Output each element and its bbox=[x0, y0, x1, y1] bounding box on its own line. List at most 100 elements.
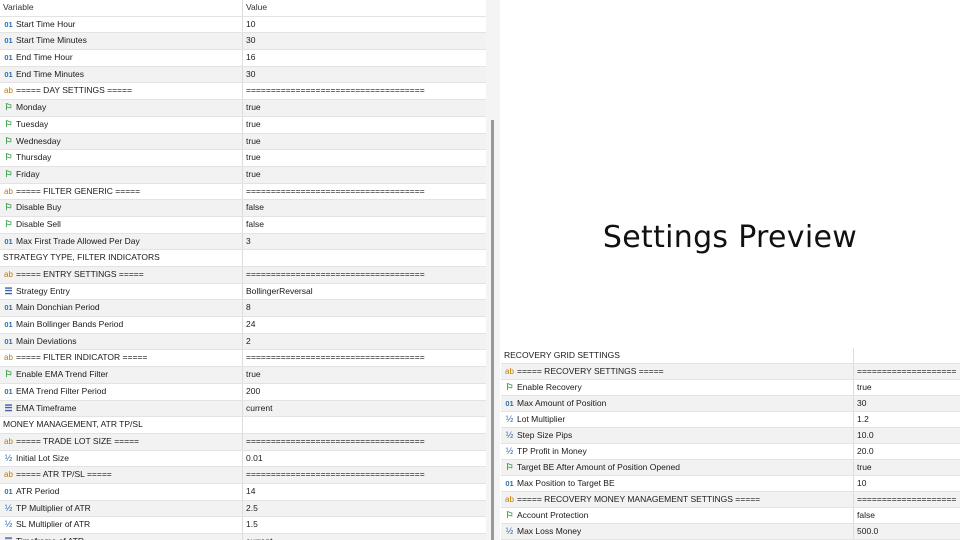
parameter-value[interactable]: true bbox=[853, 460, 960, 475]
parameter-row[interactable]: ab ===== FILTER GENERIC ===== ============… bbox=[0, 183, 486, 201]
parameter-value[interactable]: ==================================== bbox=[242, 267, 486, 283]
parameter-value[interactable]: BollingerReversal bbox=[242, 283, 486, 300]
column-header-value[interactable]: Value bbox=[242, 0, 486, 16]
parameter-value[interactable]: current bbox=[242, 400, 486, 417]
parameter-row[interactable]: ⚐ Enable Recovery true bbox=[501, 380, 960, 396]
parameter-row[interactable]: 01 End Time Minutes 30 bbox=[0, 66, 486, 84]
parameter-value[interactable]: ==================================== bbox=[242, 433, 486, 450]
parameter-value[interactable]: 10.0 bbox=[853, 428, 960, 443]
parameter-value[interactable]: 10 bbox=[853, 476, 960, 491]
column-header-variable[interactable]: Variable bbox=[0, 0, 241, 16]
parameter-row[interactable]: ab ===== ENTRY SETTINGS ===== ============… bbox=[0, 267, 486, 284]
parameter-value[interactable]: true bbox=[242, 150, 486, 166]
parameter-row[interactable]: ½ Step Size Pips 10.0 bbox=[501, 428, 960, 444]
parameter-value[interactable]: ==================== bbox=[853, 364, 960, 379]
parameter-row[interactable]: 01 End Time Hour 16 bbox=[0, 50, 486, 67]
parameter-value[interactable]: 3 bbox=[242, 233, 486, 250]
parameter-name-cell: 01 Main Deviations bbox=[0, 334, 241, 350]
parameter-value[interactable]: 200 bbox=[242, 383, 486, 400]
parameter-row[interactable]: 01 Max Amount of Position 30 bbox=[501, 396, 960, 412]
parameter-row[interactable]: ½ TP Profit in Money 20.0 bbox=[501, 444, 960, 460]
parameter-value[interactable]: 0.01 bbox=[242, 450, 486, 467]
parameter-value[interactable]: 10 bbox=[242, 16, 486, 33]
parameter-value[interactable]: ==================== bbox=[853, 492, 960, 507]
parameter-row[interactable]: 01 Main Deviations 2 bbox=[0, 333, 486, 351]
parameter-value[interactable]: 16 bbox=[242, 50, 486, 66]
parameter-row[interactable]: 01 Main Donchian Period 8 bbox=[0, 300, 486, 318]
parameter-row[interactable]: 01 Start Time Hour 10 bbox=[0, 16, 486, 34]
parameter-value[interactable]: true bbox=[242, 100, 486, 116]
parameter-value[interactable]: 30 bbox=[242, 33, 486, 50]
parameter-row[interactable]: ½ Initial Lot Size 0.01 bbox=[0, 450, 486, 468]
parameter-value[interactable]: current bbox=[242, 534, 486, 540]
parameter-value[interactable] bbox=[242, 250, 486, 266]
parameter-name: Strategy Entry bbox=[16, 285, 70, 296]
parameter-row[interactable]: ab ===== RECOVERY MONEY MANAGEMENT SETTIN… bbox=[501, 492, 960, 508]
parameter-row[interactable]: ⚐ Monday true bbox=[0, 100, 486, 117]
parameter-row[interactable]: ⚐ Disable Buy false bbox=[0, 200, 486, 217]
parameter-row[interactable]: STRATEGY TYPE, FILTER INDICATORS bbox=[0, 250, 486, 267]
parameter-row[interactable]: ½ TP Multiplier of ATR 2.5 bbox=[0, 500, 486, 518]
parameter-value[interactable]: 8 bbox=[242, 300, 486, 317]
parameter-value[interactable]: false bbox=[853, 508, 960, 523]
parameter-value[interactable] bbox=[242, 417, 486, 433]
parameter-row[interactable]: ab ===== RECOVERY SETTINGS ===== =========… bbox=[501, 364, 960, 380]
parameter-value[interactable]: ==================================== bbox=[242, 467, 486, 483]
parameter-row[interactable]: RECOVERY GRID SETTINGS bbox=[501, 348, 960, 364]
parameter-row[interactable]: ⚐ Enable EMA Trend Filter true bbox=[0, 367, 486, 384]
parameter-value[interactable]: 14 bbox=[242, 483, 486, 500]
parameter-value[interactable]: 500.0 bbox=[853, 524, 960, 539]
parameter-value[interactable]: true bbox=[853, 380, 960, 395]
parameter-row[interactable]: ☰ Strategy Entry BollingerReversal bbox=[0, 283, 486, 301]
parameter-name: EMA Timeframe bbox=[16, 402, 77, 413]
parameter-row[interactable]: 01 Main Bollinger Bands Period 24 bbox=[0, 317, 486, 334]
parameter-value[interactable]: 1.5 bbox=[242, 517, 486, 533]
parameter-row[interactable]: ½ Lot Multiplier 1.2 bbox=[501, 412, 960, 428]
int-icon: 01 bbox=[4, 36, 13, 46]
parameter-row[interactable]: 01 EMA Trend Filter Period 200 bbox=[0, 383, 486, 401]
parameter-value[interactable]: ==================================== bbox=[242, 350, 486, 367]
parameter-row[interactable]: 01 Max First Trade Allowed Per Day 3 bbox=[0, 233, 486, 251]
parameter-row[interactable]: 01 Max Position to Target BE 10 bbox=[501, 476, 960, 492]
parameter-value[interactable]: 24 bbox=[242, 317, 486, 333]
parameter-value[interactable]: true bbox=[242, 133, 486, 150]
parameter-row[interactable]: ⚐ Wednesday true bbox=[0, 133, 486, 151]
int-icon: 01 bbox=[4, 303, 13, 313]
parameter-row[interactable]: 01 Start Time Minutes 30 bbox=[0, 33, 486, 51]
parameter-row[interactable]: ab ===== ATR TP/SL ===== =================… bbox=[0, 467, 486, 484]
parameter-value[interactable]: true bbox=[242, 116, 486, 133]
parameter-value[interactable]: 30 bbox=[853, 396, 960, 411]
parameter-row[interactable]: ab ===== DAY SETTINGS ===== ==============… bbox=[0, 83, 486, 101]
parameter-row[interactable]: 01 ATR Period 14 bbox=[0, 483, 486, 501]
parameter-value[interactable]: 2 bbox=[242, 333, 486, 350]
parameter-value[interactable]: false bbox=[242, 200, 486, 216]
scrollbar-thumb[interactable] bbox=[491, 120, 494, 540]
int-icon: 01 bbox=[505, 399, 514, 408]
parameter-row[interactable]: ⚐ Target BE After Amount of Position Open… bbox=[501, 460, 960, 476]
parameter-value[interactable]: 2.5 bbox=[242, 500, 486, 517]
parameter-row[interactable]: ☰ EMA Timeframe current bbox=[0, 400, 486, 418]
parameter-name-cell: ⚐ Target BE After Amount of Position Open… bbox=[501, 460, 852, 475]
parameter-row[interactable]: MONEY MANAGEMENT, ATR TP/SL bbox=[0, 417, 486, 434]
parameter-row[interactable]: ½ Max Loss Money 500.0 bbox=[501, 524, 960, 540]
parameter-row[interactable]: ab ===== FILTER INDICATOR ===== ==========… bbox=[0, 350, 486, 368]
parameter-name: ===== ENTRY SETTINGS ===== bbox=[16, 269, 144, 279]
parameter-value[interactable]: 20.0 bbox=[853, 444, 960, 459]
parameter-value[interactable]: ==================================== bbox=[242, 83, 486, 100]
parameter-name-cell: ⚐ Enable EMA Trend Filter bbox=[0, 367, 241, 383]
parameter-row[interactable]: ½ SL Multiplier of ATR 1.5 bbox=[0, 517, 486, 534]
parameter-row[interactable]: ⚐ Friday true bbox=[0, 166, 486, 184]
parameter-value[interactable] bbox=[853, 348, 960, 363]
parameter-value[interactable]: true bbox=[242, 166, 486, 183]
parameter-value[interactable]: false bbox=[242, 216, 486, 233]
parameter-value[interactable]: ==================================== bbox=[242, 183, 486, 200]
parameter-value[interactable]: 1.2 bbox=[853, 412, 960, 427]
parameter-row[interactable]: ab ===== TRADE LOT SIZE ===== ============… bbox=[0, 433, 486, 451]
parameter-value[interactable]: 30 bbox=[242, 66, 486, 83]
parameter-row[interactable]: ⚐ Disable Sell false bbox=[0, 216, 486, 234]
parameter-row[interactable]: ⚐ Tuesday true bbox=[0, 116, 486, 134]
parameter-row[interactable]: ⚐ Account Protection false bbox=[501, 508, 960, 524]
parameter-row[interactable]: ⚐ Thursday true bbox=[0, 150, 486, 167]
parameter-row[interactable]: ☰Timeframe of ATRcurrent bbox=[0, 534, 486, 540]
parameter-value[interactable]: true bbox=[242, 367, 486, 383]
